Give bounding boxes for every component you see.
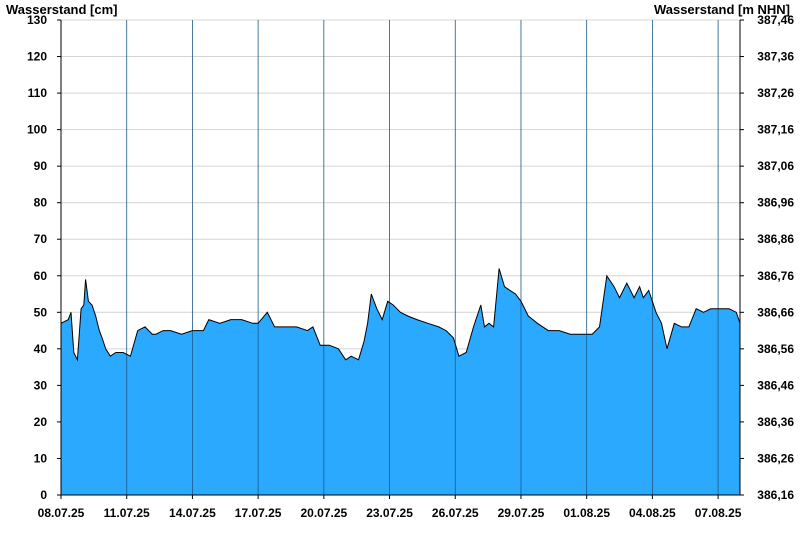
y-tick-label: 50 <box>34 305 48 319</box>
y-right-tick-label: 387,06 <box>757 159 794 173</box>
y-right-tick-label: 386,86 <box>757 232 794 246</box>
x-tick-label: 29.07.25 <box>498 506 545 520</box>
right-y-ticks: 386,16 386,26 386,36 386,46 386,56 386,66 386,… <box>740 13 794 502</box>
y-right-tick-label: 386,56 <box>757 342 794 356</box>
y-tick-label: 40 <box>34 342 48 356</box>
x-tick-label: 01.08.25 <box>563 506 610 520</box>
y-tick-label: 80 <box>34 196 48 210</box>
x-tick-label: 04.08.25 <box>629 506 676 520</box>
y-tick-label: 100 <box>27 123 47 137</box>
water-level-area <box>61 268 740 495</box>
y-tick-label: 10 <box>34 451 48 465</box>
y-right-tick-label: 387,16 <box>757 123 794 137</box>
y-right-tick-label: 386,76 <box>757 269 794 283</box>
y-right-tick-label: 386,96 <box>757 196 794 210</box>
y-right-tick-label: 386,26 <box>757 451 794 465</box>
y-tick-label: 60 <box>34 269 48 283</box>
y-tick-label: 130 <box>27 13 47 27</box>
y-right-tick-label: 386,46 <box>757 378 794 392</box>
left-axis-title: Wasserstand [cm] <box>6 2 118 17</box>
y-right-tick-label: 386,16 <box>757 488 794 502</box>
water-level-chart: Wasserstand [cm] Wasserstand [m NHN] 010… <box>6 2 794 520</box>
x-tick-label: 07.08.25 <box>695 506 742 520</box>
x-tick-label: 11.07.25 <box>104 506 150 520</box>
x-tick-label: 14.07.25 <box>169 506 216 520</box>
x-tick-label: 17.07.25 <box>235 506 282 520</box>
y-tick-label: 20 <box>34 415 48 429</box>
x-ticks: 08.07.25 11.07.25 14.07.25 17.07.25 20.07.25… <box>38 495 742 520</box>
y-right-tick-label: 386,66 <box>757 305 794 319</box>
y-tick-label: 0 <box>40 488 47 502</box>
left-y-ticks: 0 10 20 30 40 50 60 70 80 90 100 110 120 130 <box>27 13 61 502</box>
y-right-tick-label: 387,46 <box>757 13 794 27</box>
x-tick-label: 20.07.25 <box>300 506 347 520</box>
y-right-tick-label: 386,36 <box>757 415 794 429</box>
y-tick-label: 70 <box>34 232 48 246</box>
y-tick-label: 110 <box>28 86 48 100</box>
y-right-tick-label: 387,36 <box>757 50 794 64</box>
y-tick-label: 120 <box>27 50 47 64</box>
x-tick-label: 08.07.25 <box>38 506 85 520</box>
y-tick-label: 30 <box>34 378 48 392</box>
x-tick-label: 23.07.25 <box>366 506 413 520</box>
x-tick-label: 26.07.25 <box>432 506 479 520</box>
y-tick-label: 90 <box>34 159 48 173</box>
y-right-tick-label: 387,26 <box>757 86 794 100</box>
